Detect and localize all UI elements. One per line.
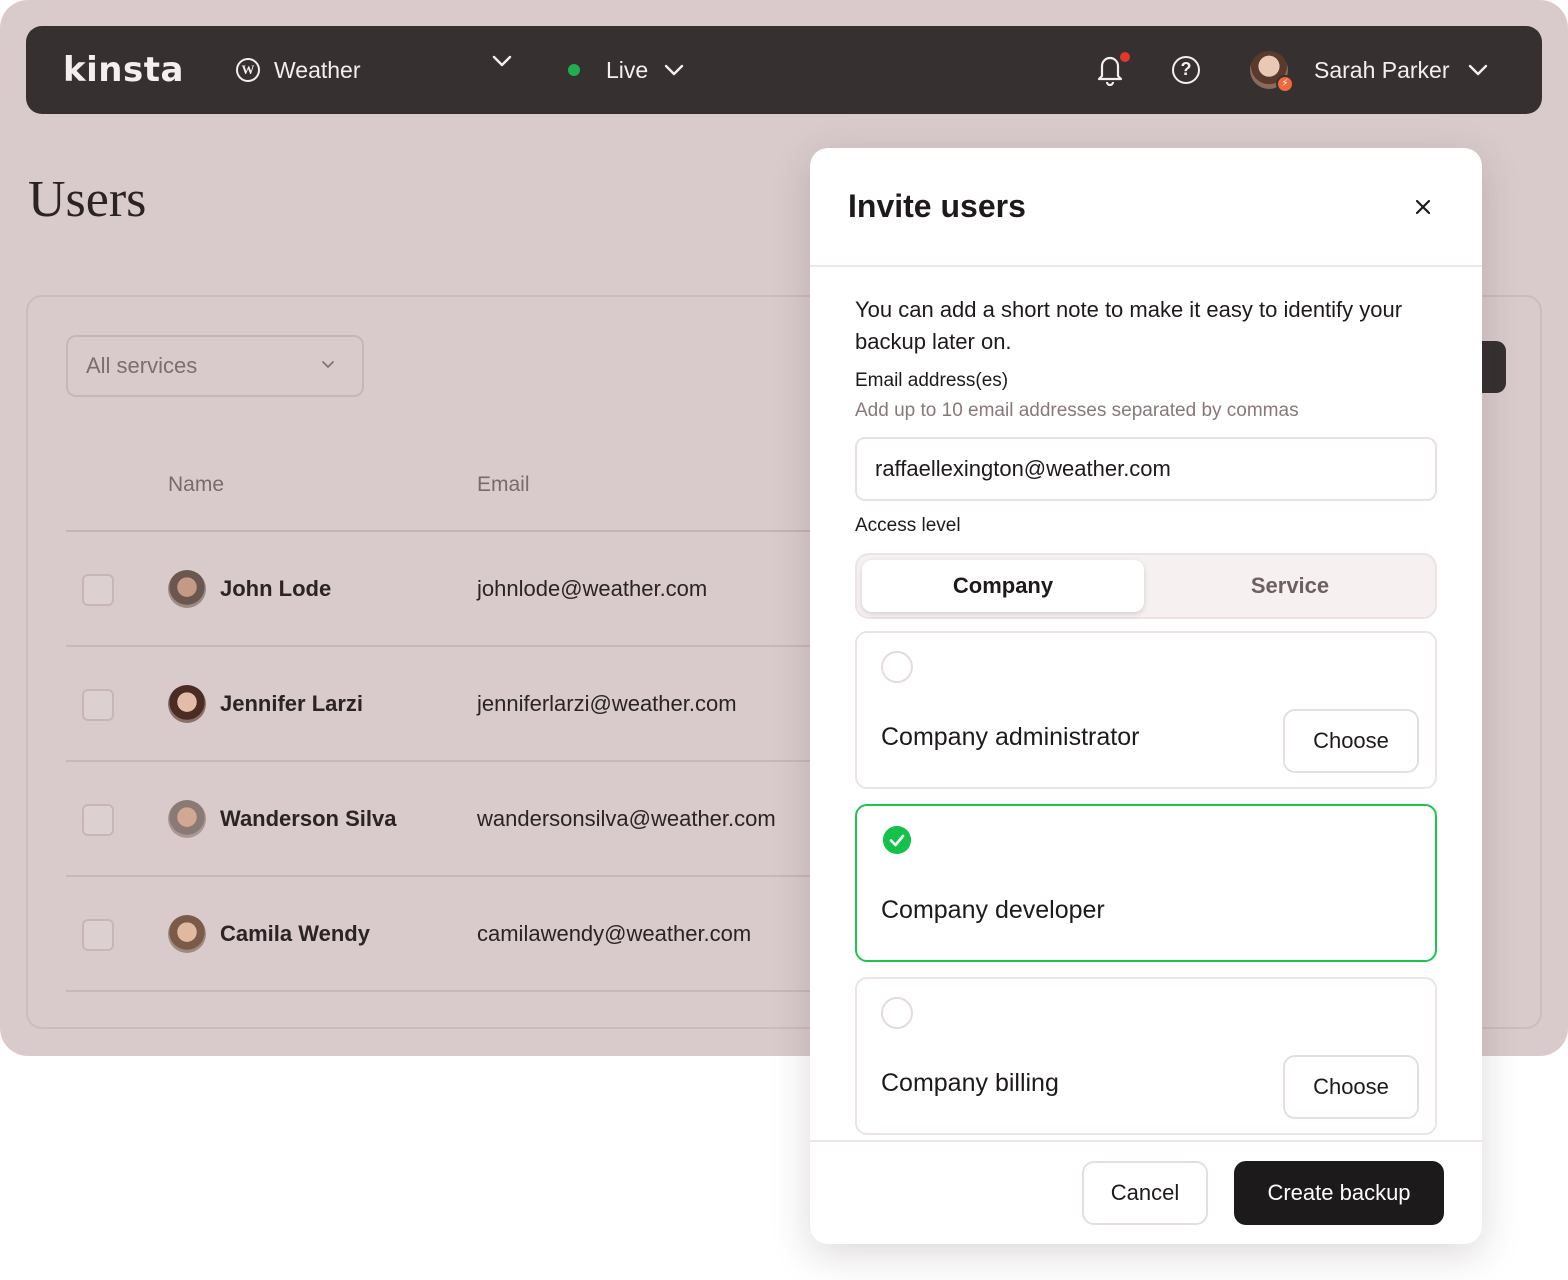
avatar <box>168 685 206 723</box>
email-field[interactable] <box>855 437 1437 501</box>
chevron-down-icon <box>665 64 684 76</box>
access-level-toggle: Company Service <box>855 553 1437 619</box>
live-status-dot <box>568 64 580 76</box>
row-checkbox[interactable] <box>82 919 114 951</box>
modal-title: Invite users <box>848 188 1026 224</box>
role-label: Company administrator <box>881 723 1140 751</box>
role-option-company-billing[interactable]: Company billing Choose <box>855 977 1437 1135</box>
role-label: Company developer <box>881 896 1105 924</box>
avatar: ⚡ <box>1250 51 1294 93</box>
user-name[interactable]: John Lode <box>220 576 331 602</box>
tab-service[interactable]: Service <box>1148 560 1432 612</box>
user-email: johnlode@weather.com <box>477 576 708 601</box>
table-row: Jennifer Larzi jenniferlarzi@weather.com <box>66 647 826 762</box>
top-navigation-bar: kinsta W Weather Live ? ⚡ Sarah Parker <box>26 26 1542 114</box>
site-name: Weather <box>274 56 361 83</box>
user-email: wandersonsilva@weather.com <box>477 806 776 831</box>
chevron-down-icon[interactable] <box>492 55 512 67</box>
table-row: Wanderson Silva wandersonsilva@weather.c… <box>66 762 826 877</box>
check-circle-icon[interactable] <box>883 826 911 854</box>
chevron-down-icon <box>322 361 334 369</box>
lightning-icon: ⚡ <box>1276 75 1294 93</box>
access-level-label: Access level <box>855 515 961 536</box>
column-header-email[interactable]: Email <box>477 473 530 497</box>
invite-users-button[interactable] <box>1478 341 1506 393</box>
table-row: John Lode johnlode@weather.com <box>66 532 826 647</box>
close-icon[interactable] <box>1410 194 1436 220</box>
row-checkbox[interactable] <box>82 804 114 836</box>
radio-button[interactable] <box>881 997 913 1029</box>
kinsta-logo[interactable]: kinsta <box>63 50 184 90</box>
tab-company[interactable]: Company <box>862 560 1144 612</box>
user-name[interactable]: Camila Wendy <box>220 921 370 947</box>
cancel-button[interactable]: Cancel <box>1082 1161 1208 1225</box>
column-header-name[interactable]: Name <box>168 473 224 497</box>
table-row: Camila Wendy camilawendy@weather.com <box>66 877 826 992</box>
user-menu[interactable]: ⚡ Sarah Parker <box>1250 50 1488 93</box>
divider <box>810 265 1482 267</box>
email-hint: Add up to 10 email addresses separated b… <box>855 400 1299 421</box>
divider <box>66 990 826 992</box>
wordpress-icon: W <box>236 58 260 82</box>
role-option-company-administrator[interactable]: Company administrator Choose <box>855 631 1437 789</box>
user-email: camilawendy@weather.com <box>477 921 752 946</box>
notification-dot <box>1120 52 1130 62</box>
user-name[interactable]: Jennifer Larzi <box>220 691 363 717</box>
row-checkbox[interactable] <box>82 689 114 721</box>
avatar <box>168 915 206 953</box>
radio-button[interactable] <box>881 651 913 683</box>
row-checkbox[interactable] <box>82 574 114 606</box>
help-icon[interactable]: ? <box>1172 56 1200 84</box>
role-label: Company billing <box>881 1069 1059 1097</box>
page-title: Users <box>28 171 147 228</box>
chevron-down-icon <box>1468 64 1487 76</box>
filter-value: All services <box>86 353 198 378</box>
divider <box>810 1140 1482 1142</box>
environment-name: Live <box>606 56 649 83</box>
environment-selector[interactable]: Live <box>568 52 684 88</box>
email-label: Email address(es) <box>855 370 1009 391</box>
create-backup-button[interactable]: Create backup <box>1234 1161 1444 1225</box>
role-option-company-developer[interactable]: Company developer <box>855 804 1437 962</box>
avatar <box>168 800 206 838</box>
user-name[interactable]: Wanderson Silva <box>220 806 396 832</box>
invite-users-modal: Invite users You can add a short note to… <box>810 148 1482 1244</box>
user-name: Sarah Parker <box>1314 56 1450 83</box>
user-email: jenniferlarzi@weather.com <box>477 691 737 716</box>
choose-button[interactable]: Choose <box>1283 1055 1419 1119</box>
choose-button[interactable]: Choose <box>1283 709 1419 773</box>
modal-description: You can add a short note to make it easy… <box>855 297 1403 354</box>
site-selector[interactable]: W Weather <box>236 52 516 88</box>
avatar <box>168 570 206 608</box>
services-filter-dropdown[interactable]: All services <box>66 335 364 397</box>
